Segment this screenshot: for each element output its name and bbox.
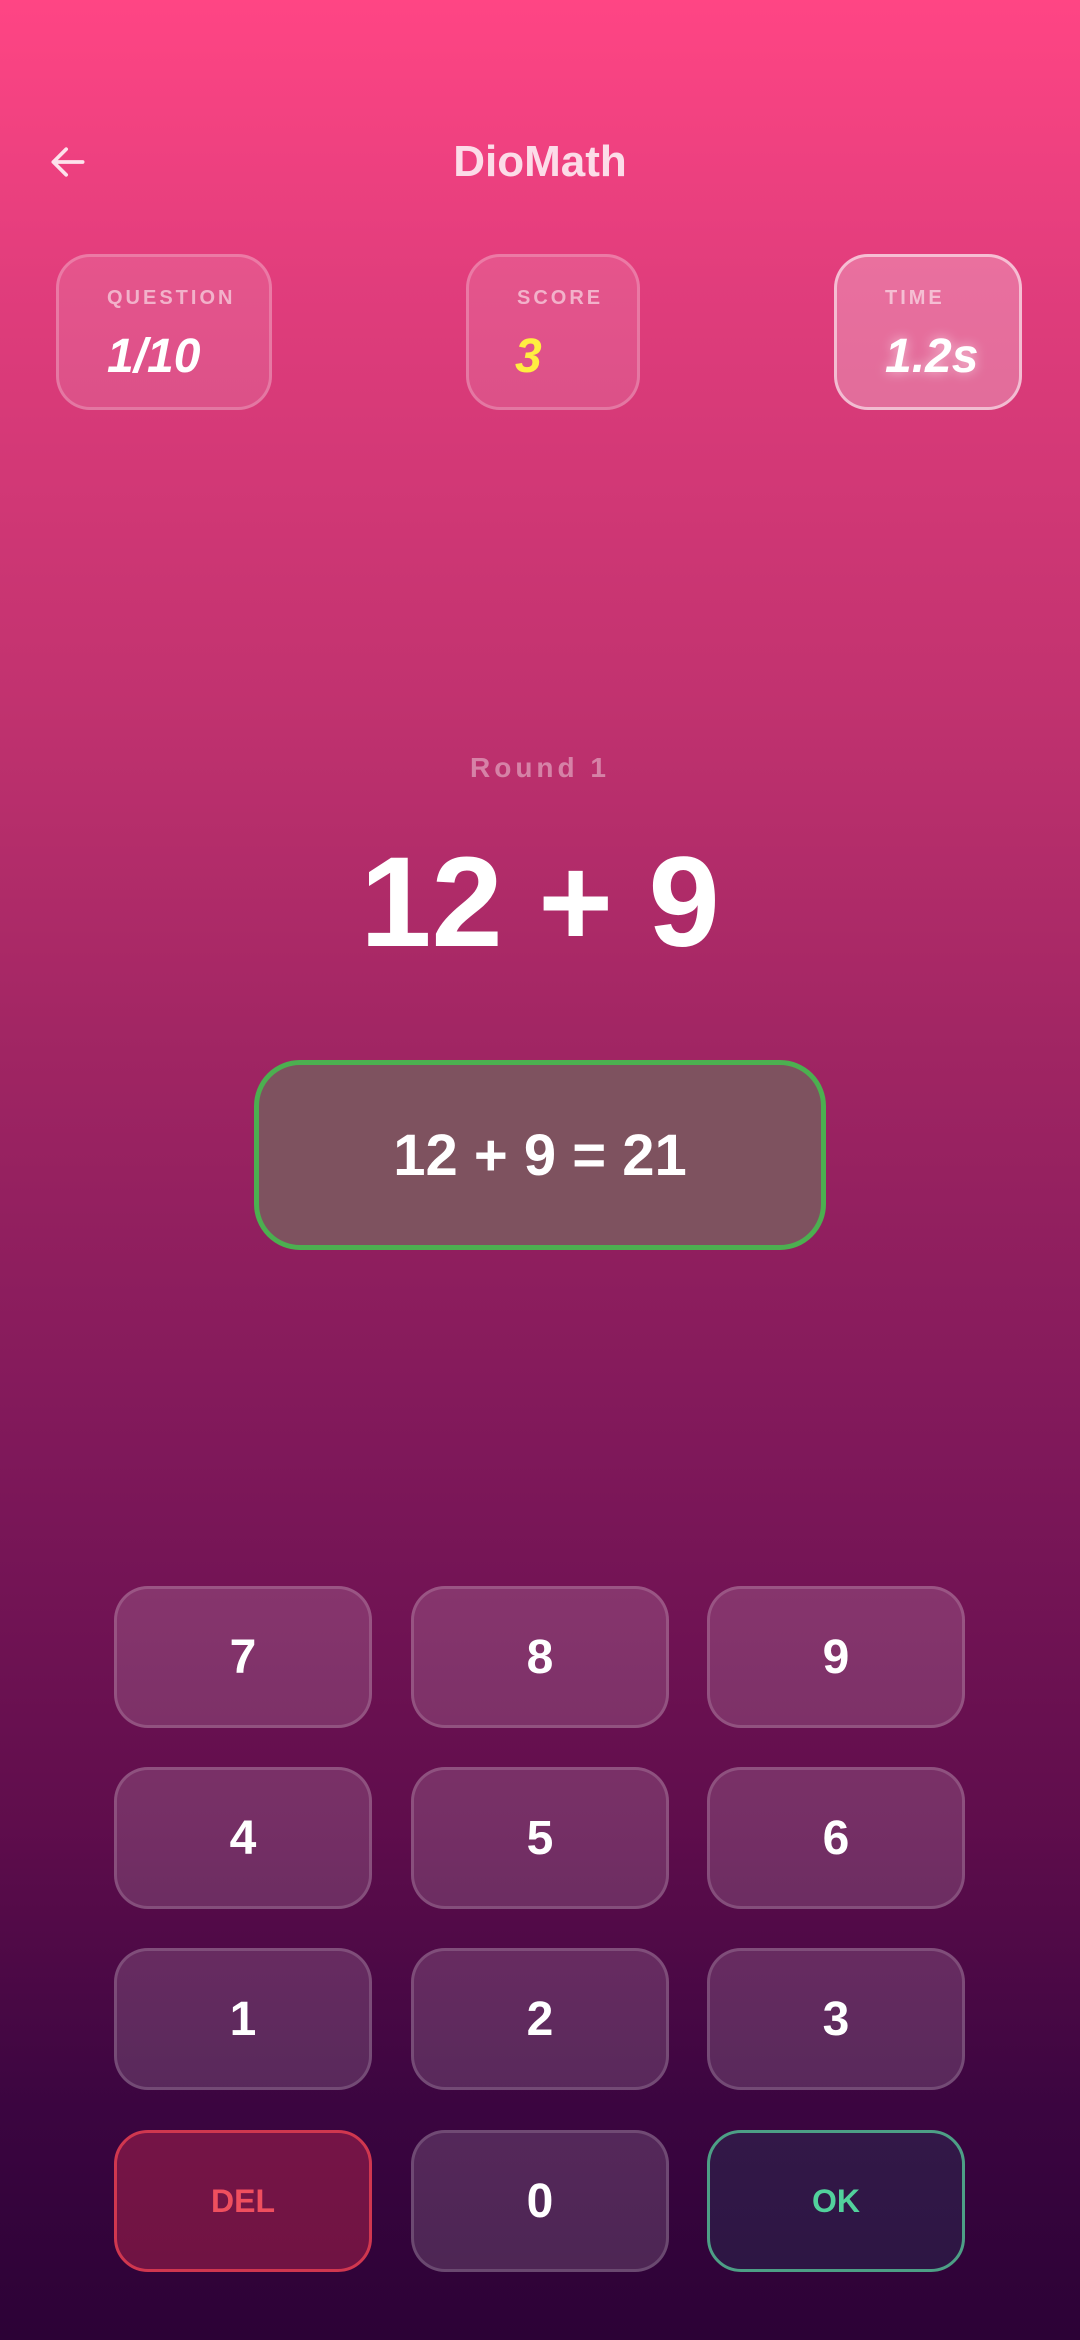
time-value: 1.2s <box>885 330 979 383</box>
key-2[interactable]: 2 <box>411 1948 669 2090</box>
answer-display: 12 + 9 = 21 <box>254 1060 826 1250</box>
math-problem: 12 + 9 <box>360 831 720 974</box>
key-4[interactable]: 4 <box>114 1767 372 1909</box>
question-stat-card: QUESTION 1/10 <box>56 254 272 410</box>
key-0[interactable]: 0 <box>411 2130 669 2272</box>
key-3[interactable]: 3 <box>707 1948 965 2090</box>
key-8[interactable]: 8 <box>411 1586 669 1728</box>
round-label: Round 1 <box>470 752 610 783</box>
ok-button[interactable]: OK <box>707 2130 965 2272</box>
app-header: DioMath <box>0 0 1080 220</box>
question-value: 1/10 <box>107 330 201 383</box>
score-value: 3 <box>515 330 542 383</box>
key-9[interactable]: 9 <box>707 1586 965 1728</box>
app-title: DioMath <box>453 137 627 186</box>
question-label: QUESTION <box>107 287 236 309</box>
key-7[interactable]: 7 <box>114 1586 372 1728</box>
score-label: SCORE <box>517 287 604 309</box>
key-6[interactable]: 6 <box>707 1767 965 1909</box>
key-1[interactable]: 1 <box>114 1948 372 2090</box>
score-stat-card: SCORE 3 <box>466 254 640 410</box>
time-stat-card: TIME 1.2s <box>834 254 1022 410</box>
key-5[interactable]: 5 <box>411 1767 669 1909</box>
delete-button[interactable]: DEL <box>114 2130 372 2272</box>
time-label: TIME <box>885 287 945 309</box>
